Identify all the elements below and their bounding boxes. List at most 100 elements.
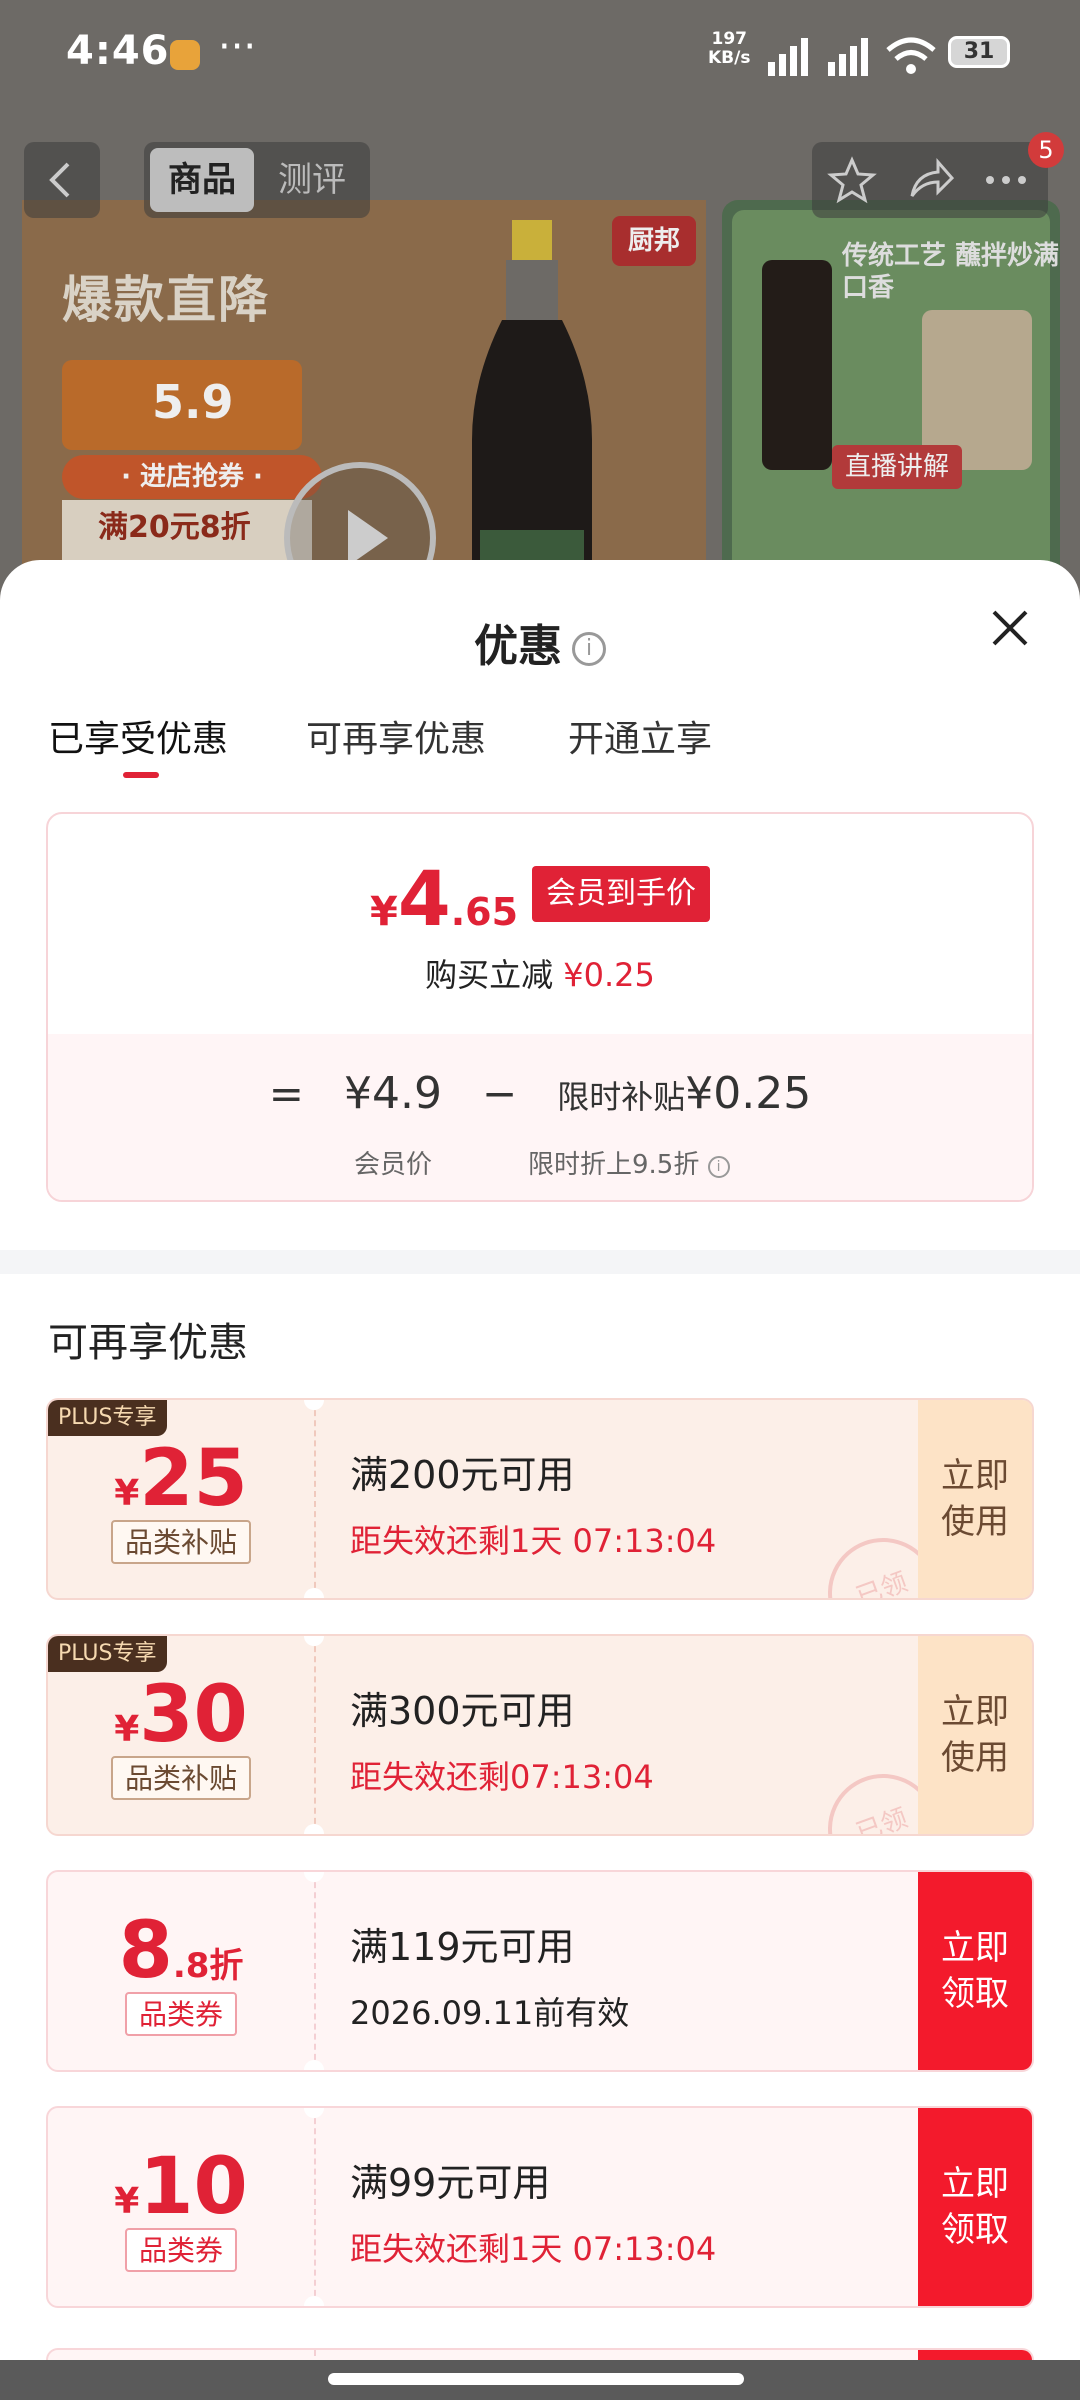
coupon-suffix: .8折	[172, 1946, 244, 1986]
coupon-notch	[304, 2060, 324, 2070]
live-badge[interactable]: 直播讲解	[832, 445, 962, 489]
member-price-row: ¥4.65 会员到手价	[48, 854, 1032, 944]
sheet-title: 优惠	[474, 621, 562, 672]
tab-indicator	[123, 772, 159, 778]
thumbnail-text: 传统工艺 蘸拌炒满口香	[842, 241, 1060, 303]
price-integer: 4	[397, 854, 451, 943]
claim-now-button[interactable]: 立即领取	[918, 2108, 1032, 2306]
coupon-expiry: 距失效还剩1天 07:13:04	[350, 2230, 717, 2268]
nav-actions	[812, 142, 1048, 218]
coupon-type-tag: 品类补贴	[110, 1520, 252, 1564]
coupon-type-tag: 品类券	[124, 1992, 238, 2036]
coupon-condition: 满200元可用	[350, 1453, 575, 1497]
coupon-separator	[314, 1636, 316, 1834]
use-now-button[interactable]: 立即使用	[918, 1400, 1032, 1598]
coupon-number: 8	[118, 1906, 173, 1996]
coupon-separator	[314, 1872, 316, 2070]
page-segment: 商品 测评	[144, 142, 370, 218]
sheet-header: 优惠 i	[0, 610, 1080, 674]
tab-enjoyed[interactable]: 已享受优惠	[48, 710, 228, 762]
formula-base-price: ¥4.9	[343, 1068, 442, 1119]
coupon-number: 25	[139, 1434, 248, 1524]
network-speed-unit: KB/s	[708, 48, 751, 68]
plus-badge: PLUS专享	[48, 1400, 167, 1436]
price-formula: = ¥4.9 − 限时补贴¥0.25	[48, 1068, 1032, 1119]
member-price-tag: 会员到手价	[532, 866, 711, 922]
coupon-separator	[314, 2108, 316, 2306]
coupon-card: ¥10 品类券 满99元可用 距失效还剩1天 07:13:04 立即领取	[46, 2106, 1034, 2308]
coupon-condition: 满119元可用	[350, 1925, 575, 1969]
coupon-separator	[314, 1400, 316, 1598]
tab-available[interactable]: 可再享优惠	[306, 710, 486, 762]
banner-price: 5.9	[152, 375, 234, 429]
subsidy-caption[interactable]: 限时折上9.5折 i	[528, 1144, 730, 1181]
banner-cta: · 进店抢券 ·	[62, 455, 322, 499]
signal-5g-icon	[768, 38, 808, 76]
coupon-number: 10	[139, 2142, 248, 2232]
use-now-button[interactable]: 立即使用	[918, 1636, 1032, 1834]
coupon-condition: 满300元可用	[350, 1689, 575, 1733]
base-price-caption: 会员价	[354, 1150, 433, 1180]
coupon-symbol: ¥	[114, 1473, 140, 1514]
coupon-expiry: 距失效还剩07:13:04	[350, 1758, 654, 1796]
coupon-amount: 8.8折	[48, 1906, 314, 1996]
coupon-symbol: ¥	[114, 2181, 140, 2222]
more-icon[interactable]	[976, 150, 1036, 210]
formula-subsidy-label: 限时补贴	[557, 1078, 686, 1116]
coupon-notch	[304, 2296, 324, 2306]
coupon-type-tag: 品类补贴	[110, 1756, 252, 1800]
coupon-card: 8.8折 品类券 满119元可用 2026.09.11前有效 立即领取	[46, 1870, 1034, 2072]
subsidy-caption-text: 限时折上9.5折	[528, 1150, 700, 1180]
coupon-amount: ¥10	[48, 2142, 314, 2232]
brand-logo: 厨邦	[612, 216, 696, 266]
coupon-condition: 满99元可用	[350, 2161, 551, 2205]
banner-headline: 爆款直降	[62, 271, 270, 329]
claim-now-button[interactable]: 立即领取	[918, 1872, 1032, 2070]
favorite-star-icon[interactable]	[822, 150, 882, 210]
formula-equals: =	[268, 1069, 304, 1118]
signal-4g-icon	[828, 38, 868, 76]
subsidy-info-icon: i	[707, 1156, 730, 1178]
message-notification-icon	[170, 40, 200, 70]
reduction-label: 购买立减	[425, 956, 554, 994]
coupon-amount: ¥30	[48, 1670, 314, 1760]
tab-product[interactable]: 商品	[150, 148, 254, 212]
section-divider	[0, 1250, 1080, 1274]
tab-activate[interactable]: 开通立享	[568, 710, 712, 762]
discount-sheet: 优惠 i 已享受优惠 可再享优惠 开通立享 ¥4.65 会员到手价 购买立减 ¥0.…	[0, 560, 1080, 2400]
instant-reduction: 购买立减 ¥0.25	[48, 950, 1032, 996]
top-nav: 商品 测评 5	[0, 132, 1080, 220]
close-icon[interactable]	[988, 606, 1032, 650]
gesture-bar	[0, 2360, 1080, 2400]
formula-minus: −	[482, 1069, 518, 1118]
coupon-notch	[304, 1588, 324, 1598]
coupon-symbol: ¥	[114, 1709, 140, 1750]
discount-tabs: 已享受优惠 可再享优惠 开通立享	[48, 710, 1032, 790]
share-icon[interactable]	[900, 150, 960, 210]
screen: 爆款直降 5.9 · 进店抢券 · 满20元8折 厨邦 传统工艺 蘸拌炒满口香	[0, 0, 1080, 2400]
back-button[interactable]	[24, 142, 100, 218]
reduction-amount: ¥0.25	[563, 956, 655, 994]
coupon-value-area: 8.8折 品类券	[48, 1872, 314, 2070]
home-indicator[interactable]	[328, 2373, 744, 2385]
more-notifications-icon: ···	[218, 24, 257, 70]
tab-review[interactable]: 测评	[260, 148, 364, 212]
wifi-icon	[886, 37, 936, 74]
price-symbol: ¥	[369, 889, 398, 935]
network-speed-value: 197	[711, 29, 747, 49]
formula-subsidy-amount: ¥0.25	[685, 1068, 812, 1119]
chevron-left-icon	[49, 162, 70, 198]
message-badge: 5	[1028, 132, 1064, 168]
price-decimal: .65	[450, 890, 519, 934]
available-discounts-title: 可再享优惠	[48, 1320, 248, 1366]
coupon-expiry: 2026.09.11前有效	[350, 1994, 630, 2032]
product-thumbnail[interactable]: 传统工艺 蘸拌炒满口香 直播讲解	[722, 200, 1060, 600]
banner-coupon: 满20元8折	[62, 500, 312, 560]
info-icon[interactable]: i	[572, 632, 606, 666]
bottle-image	[472, 220, 592, 600]
coupon-card: ¥30 品类补贴 PLUS专享 满300元可用 距失效还剩07:13:04 已领…	[46, 1634, 1034, 1836]
product-banner[interactable]: 爆款直降 5.9 · 进店抢券 · 满20元8折 厨邦	[22, 200, 706, 600]
product-page-background: 爆款直降 5.9 · 进店抢券 · 满20元8折 厨邦 传统工艺 蘸拌炒满口香	[0, 0, 1080, 600]
status-bar: 4:46 ··· 197 KB/s 31	[0, 0, 1080, 110]
battery-icon: 31	[948, 36, 1010, 68]
